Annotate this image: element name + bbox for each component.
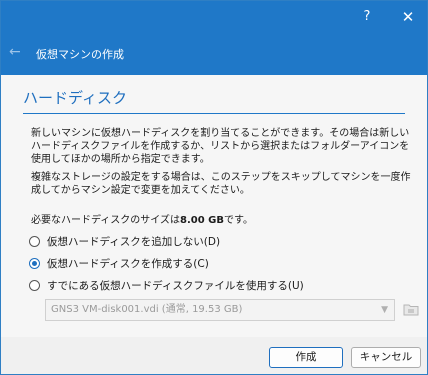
- radio-use-existing-disk[interactable]: すでにある仮想ハードディスクファイルを使用する(U): [29, 278, 304, 292]
- size-value: 8.00 GB: [180, 215, 224, 226]
- close-button[interactable]: ✕: [397, 7, 419, 27]
- size-suffix: です。: [223, 215, 253, 226]
- radio-label: 仮想ハードディスクを作成する(C): [47, 257, 209, 270]
- radio-button[interactable]: [29, 235, 40, 247]
- radio-label: 仮想ハードディスクを追加しない(D): [47, 235, 221, 248]
- description-text: 新しいマシンに仮想ハードディスクを割り当てることができます。その場合は新しいハー…: [31, 128, 410, 165]
- button-bar: 作成 キャンセル: [1, 337, 427, 374]
- page-heading: ハードディスク: [23, 89, 127, 107]
- help-button[interactable]: ?: [356, 7, 378, 27]
- radio-no-disk[interactable]: 仮想ハードディスクを追加しない(D): [29, 234, 220, 248]
- chevron-down-icon: ▼: [381, 305, 388, 315]
- create-button[interactable]: 作成: [269, 347, 343, 368]
- wizard-page: ハードディスク 新しいマシンに仮想ハードディスクを割り当てることができます。その…: [1, 75, 427, 337]
- radio-create-disk[interactable]: 仮想ハードディスクを作成する(C): [29, 256, 209, 270]
- title-bar: ? ✕ ← 仮想マシンの作成: [1, 1, 427, 75]
- selected-disk-value: GNS3 VM-disk001.vdi (通常, 19.53 GB): [51, 304, 243, 315]
- radio-button[interactable]: [29, 279, 40, 291]
- radio-button-selected[interactable]: [29, 257, 40, 269]
- dialog-window: ? ✕ ← 仮想マシンの作成 ハードディスク 新しいマシンに仮想ハードディスクを…: [0, 0, 428, 375]
- radio-label: すでにある仮想ハードディスクファイルを使用する(U): [47, 279, 304, 292]
- required-size-text: 必要なハードディスクのサイズは8.00 GBです。: [31, 211, 253, 226]
- cancel-button[interactable]: キャンセル: [351, 347, 421, 368]
- folder-icon[interactable]: [403, 302, 419, 316]
- storage-hint-text: 複雑なストレージの設定をする場合は、このステップをスキップしてマシンを一度作成し…: [31, 172, 411, 196]
- existing-disk-select[interactable]: GNS3 VM-disk001.vdi (通常, 19.53 GB) ▼: [45, 299, 395, 321]
- window-title: 仮想マシンの作成: [36, 48, 124, 61]
- size-prefix: 必要なハードディスクのサイズは: [31, 215, 180, 226]
- back-arrow-icon[interactable]: ←: [9, 44, 21, 60]
- heading-divider: [23, 113, 405, 114]
